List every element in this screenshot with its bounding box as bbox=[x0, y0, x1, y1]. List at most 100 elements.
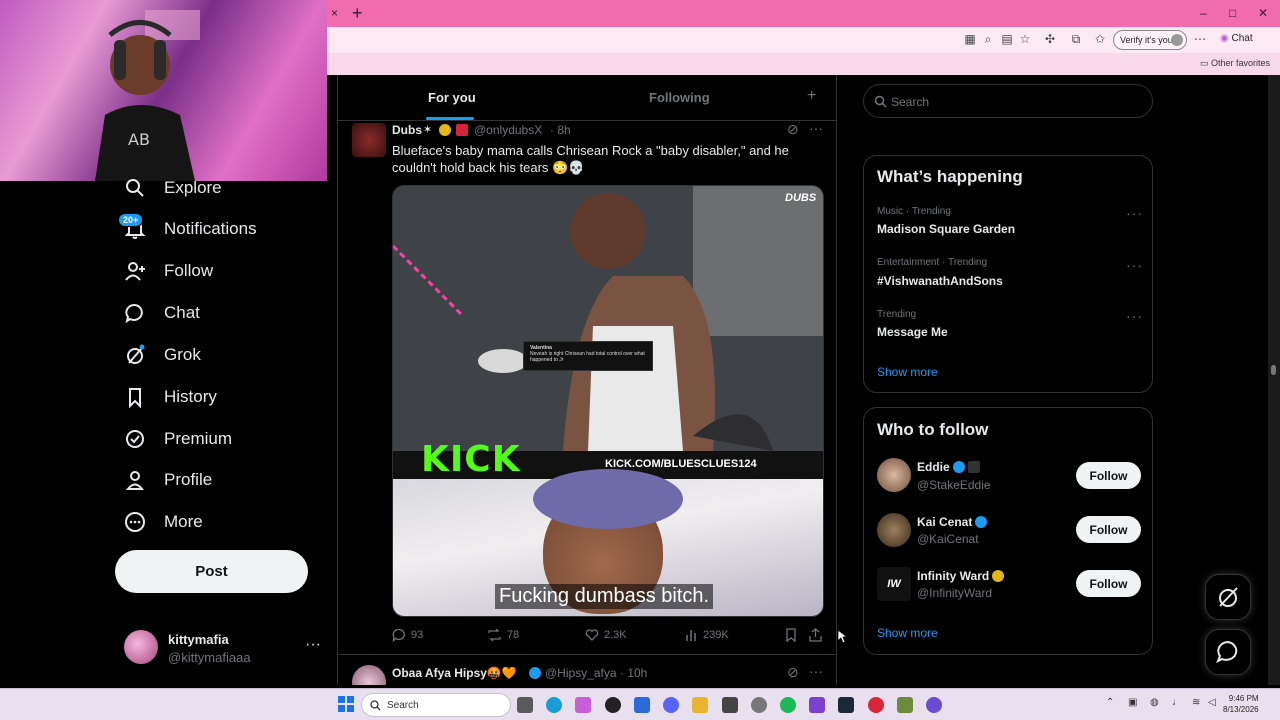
grok-analyze-icon[interactable]: ⊘ bbox=[787, 121, 799, 138]
task-view-icon[interactable] bbox=[517, 697, 533, 713]
scrollbar-thumb[interactable] bbox=[1271, 365, 1276, 375]
page-scrollbar[interactable] bbox=[1268, 75, 1280, 685]
close-tab-button[interactable]: × bbox=[331, 6, 338, 20]
tweet-more-icon[interactable]: ··· bbox=[809, 120, 823, 136]
suggestion-name[interactable]: Eddie bbox=[917, 460, 980, 474]
maximize-button[interactable]: □ bbox=[1229, 6, 1236, 20]
file-explorer-icon[interactable] bbox=[692, 697, 708, 713]
split-screen-icon[interactable]: ⧉ bbox=[1068, 31, 1084, 47]
extension-icon[interactable]: ✣ bbox=[1042, 31, 1058, 47]
more-menu-icon[interactable]: ⋯ bbox=[1192, 31, 1208, 47]
windows-start-icon[interactable] bbox=[338, 696, 354, 712]
wifi-icon[interactable]: ≋ bbox=[1192, 697, 1200, 708]
avatar[interactable] bbox=[877, 458, 911, 492]
grok-float-button[interactable] bbox=[1205, 574, 1251, 620]
tweet-author-avatar[interactable] bbox=[352, 665, 386, 685]
bookmark-button[interactable] bbox=[785, 628, 802, 642]
minimize-button[interactable]: – bbox=[1200, 6, 1207, 20]
zoom-icon[interactable]: ⌕ bbox=[980, 31, 996, 47]
app-available-icon[interactable]: ▦ bbox=[962, 31, 978, 47]
grok-icon bbox=[122, 342, 148, 368]
tweet-more-icon[interactable]: ··· bbox=[809, 663, 823, 679]
tweet-time[interactable]: · 8h bbox=[550, 123, 571, 137]
alien-app-icon[interactable] bbox=[605, 697, 621, 713]
app-icon[interactable] bbox=[809, 697, 825, 713]
post-button[interactable]: Post bbox=[115, 550, 308, 593]
trend-more-icon[interactable]: ··· bbox=[1126, 308, 1143, 324]
new-tab-button[interactable]: + bbox=[352, 3, 363, 24]
nav-follow[interactable]: Follow bbox=[122, 256, 213, 286]
close-window-button[interactable]: ✕ bbox=[1258, 6, 1268, 20]
share-button[interactable] bbox=[809, 628, 827, 642]
nav-profile[interactable]: Profile bbox=[122, 465, 212, 495]
nav-more-label: More bbox=[164, 512, 203, 531]
tweet-author-name[interactable]: Obaa Afya Hipsy🤬🧡 bbox=[392, 666, 517, 680]
microphone-icon[interactable]: ♩ bbox=[1172, 697, 1182, 708]
nav-chat-label: Chat bbox=[164, 303, 200, 322]
favorite-star-icon[interactable]: ☆ bbox=[1017, 31, 1033, 47]
profile-verify-button[interactable]: Verify it's you bbox=[1113, 30, 1187, 50]
search-input[interactable]: Search bbox=[863, 84, 1153, 118]
tweet-time[interactable]: · 10h bbox=[620, 666, 647, 680]
copilot-chat-button[interactable]: ◉ Chat bbox=[1220, 33, 1253, 44]
app-icon[interactable] bbox=[926, 697, 942, 713]
avatar[interactable] bbox=[877, 513, 911, 547]
tweet-author-handle[interactable]: @Hipsy_afya bbox=[545, 666, 617, 680]
nav-chat[interactable]: Chat bbox=[122, 298, 200, 328]
chevron-up-icon[interactable]: ⌃ bbox=[1106, 697, 1114, 708]
other-favorites-folder[interactable]: ▭ Other favorites bbox=[1200, 58, 1270, 69]
tweet-video[interactable]: Valentina Neveah is right Chrisean had t… bbox=[392, 185, 824, 617]
repost-button[interactable]: 78 bbox=[487, 628, 519, 642]
tweet-author-name[interactable]: Dubs bbox=[392, 123, 422, 137]
edge-icon[interactable] bbox=[546, 697, 562, 713]
nav-more[interactable]: More bbox=[122, 507, 203, 537]
tab-for-you[interactable]: For you bbox=[428, 90, 476, 105]
grok-analyze-icon[interactable]: ⊘ bbox=[787, 664, 799, 681]
chat-float-button[interactable] bbox=[1205, 629, 1251, 675]
settings-icon[interactable] bbox=[751, 697, 767, 713]
tweet-author-handle[interactable]: @onlydubsX bbox=[474, 123, 542, 137]
volume-icon[interactable]: ◁ bbox=[1208, 697, 1216, 708]
discord-icon[interactable] bbox=[663, 697, 679, 713]
follow-show-more-link[interactable]: Show more bbox=[877, 626, 938, 640]
nav-explore[interactable]: Explore bbox=[122, 173, 222, 203]
spotify-icon[interactable] bbox=[780, 697, 796, 713]
account-menu-icon[interactable]: ··· bbox=[305, 636, 321, 654]
tweet-author-avatar[interactable] bbox=[352, 123, 386, 157]
app-icon[interactable] bbox=[868, 697, 884, 713]
nav-grok[interactable]: Grok bbox=[122, 340, 201, 370]
trend-more-icon[interactable]: ··· bbox=[1126, 205, 1143, 221]
app-icon[interactable] bbox=[897, 697, 913, 713]
nav-premium[interactable]: Premium bbox=[122, 424, 232, 454]
reader-icon[interactable]: ▤ bbox=[999, 31, 1015, 47]
reply-button[interactable]: 93 bbox=[392, 628, 423, 642]
trends-show-more-link[interactable]: Show more bbox=[877, 365, 938, 379]
like-button[interactable]: 2.3K bbox=[585, 628, 627, 642]
suggestion-name[interactable]: Infinity Ward bbox=[917, 569, 1005, 583]
account-switcher[interactable]: kittymafia @kittymafiaaa ··· bbox=[124, 630, 324, 668]
store-icon[interactable] bbox=[634, 697, 650, 713]
trend-more-icon[interactable]: ··· bbox=[1126, 257, 1143, 273]
verified-gold-icon bbox=[992, 570, 1005, 582]
views-button[interactable]: 239K bbox=[684, 628, 729, 642]
follow-button[interactable]: Follow bbox=[1076, 570, 1141, 597]
video-frame-bottom: Fucking dumbass bitch. bbox=[393, 469, 823, 616]
suggestion-name-text: Eddie bbox=[917, 460, 950, 474]
taskbar-search[interactable]: Search bbox=[361, 693, 511, 717]
tray-icon[interactable]: ▣ bbox=[1128, 697, 1137, 708]
share-icon bbox=[809, 628, 822, 642]
taskbar-clock[interactable]: 9:46 PM 8/13/2026 bbox=[1223, 693, 1259, 715]
follow-button[interactable]: Follow bbox=[1076, 516, 1141, 543]
nav-history[interactable]: History bbox=[122, 382, 217, 412]
add-tab-button[interactable]: + bbox=[807, 87, 816, 105]
favorites-icon[interactable]: ✩ bbox=[1092, 31, 1108, 47]
copilot-icon[interactable] bbox=[575, 697, 591, 713]
suggestion-name[interactable]: Kai Cenat bbox=[917, 515, 988, 529]
follow-button[interactable]: Follow bbox=[1076, 462, 1141, 489]
tray-icon[interactable]: ◍ bbox=[1150, 697, 1159, 708]
infinity-ward-logo[interactable]: IW bbox=[877, 567, 911, 601]
tab-following[interactable]: Following bbox=[649, 90, 710, 105]
steam-icon[interactable] bbox=[838, 697, 854, 713]
obs-icon[interactable] bbox=[722, 697, 738, 713]
tweet-actions: 93 78 2.3K 239K bbox=[392, 628, 832, 644]
